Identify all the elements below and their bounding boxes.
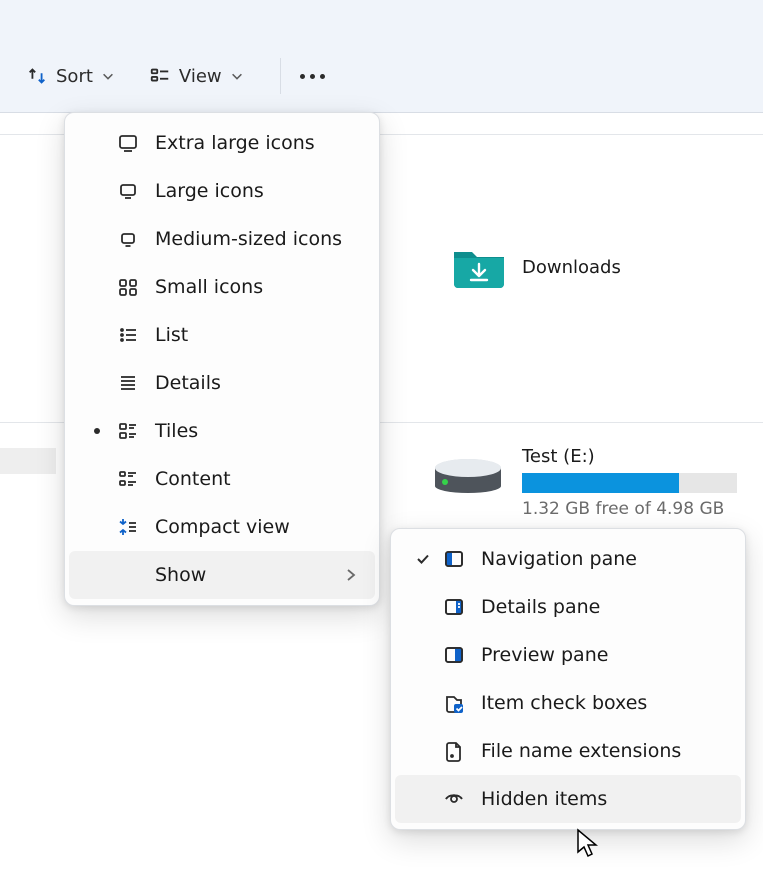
- list-icon: [111, 324, 145, 346]
- drive-free-text: 1.32 GB free of 4.98 GB: [522, 499, 752, 519]
- menu-item-label: Preview pane: [481, 644, 727, 666]
- menu-item-label: Show: [155, 564, 341, 586]
- toolbar-separator: [280, 58, 281, 94]
- menu-item-label: Tiles: [155, 420, 361, 442]
- menu-item-details-pane[interactable]: Details pane: [391, 583, 745, 631]
- view-label: View: [179, 66, 222, 87]
- mouse-cursor-icon: [576, 828, 598, 858]
- menu-item-item-check-boxes[interactable]: Item check boxes: [391, 679, 745, 727]
- preview-pane-icon: [437, 644, 471, 666]
- view-icon: [149, 65, 171, 87]
- drive-label: Test (E:): [522, 446, 752, 467]
- folder-item-downloads[interactable]: Downloads: [452, 246, 621, 288]
- menu-item-large-icons[interactable]: Large icons: [65, 167, 379, 215]
- menu-item-label: Details pane: [481, 596, 727, 618]
- hidden-items-icon: [437, 788, 471, 810]
- menu-item-label: Large icons: [155, 180, 361, 202]
- hard-drive-icon: [432, 456, 504, 494]
- small-icons-icon: [111, 276, 145, 298]
- menu-item-label: Hidden items: [481, 788, 727, 810]
- details-pane-icon: [437, 596, 471, 618]
- menu-item-label: List: [155, 324, 361, 346]
- menu-item-small-icons[interactable]: Small icons: [65, 263, 379, 311]
- menu-item-medium-icons[interactable]: Medium-sized icons: [65, 215, 379, 263]
- menu-item-label: File name extensions: [481, 740, 727, 762]
- toolbar: Sort View: [16, 50, 333, 102]
- menu-item-preview-pane[interactable]: Preview pane: [391, 631, 745, 679]
- menu-item-label: Extra large icons: [155, 132, 361, 154]
- menu-item-show[interactable]: Show: [69, 551, 375, 599]
- drive-item-test[interactable]: Test (E:) 1.32 GB free of 4.98 GB: [432, 446, 752, 519]
- large-icons-icon: [111, 180, 145, 202]
- menu-item-label: Content: [155, 468, 361, 490]
- menu-item-file-name-extensions[interactable]: File name extensions: [391, 727, 745, 775]
- downloads-folder-icon: [452, 246, 506, 288]
- row-fragment: [0, 448, 56, 474]
- sort-label: Sort: [56, 66, 93, 87]
- menu-item-label: Details: [155, 372, 361, 394]
- extra-large-icons-icon: [111, 132, 145, 154]
- menu-item-label: Compact view: [155, 516, 361, 538]
- drive-info: Test (E:) 1.32 GB free of 4.98 GB: [522, 446, 752, 519]
- compact-view-icon: [111, 516, 145, 538]
- file-extensions-icon: [437, 740, 471, 762]
- menu-item-details[interactable]: Details: [65, 359, 379, 407]
- content-icon: [111, 468, 145, 490]
- menu-item-label: Item check boxes: [481, 692, 727, 714]
- medium-icons-icon: [111, 228, 145, 250]
- menu-item-hidden-items[interactable]: Hidden items: [395, 775, 741, 823]
- menu-item-compact-view[interactable]: Compact view: [65, 503, 379, 551]
- folder-label: Downloads: [522, 257, 621, 278]
- menu-item-tiles[interactable]: Tiles: [65, 407, 379, 455]
- checked-indicator: [83, 428, 111, 434]
- menu-item-label: Medium-sized icons: [155, 228, 361, 250]
- menu-item-list[interactable]: List: [65, 311, 379, 359]
- menu-item-label: Navigation pane: [481, 548, 727, 570]
- view-button[interactable]: View: [139, 59, 254, 93]
- details-icon: [111, 372, 145, 394]
- navigation-pane-icon: [437, 548, 471, 570]
- checkmark-icon: [409, 551, 437, 567]
- chevron-down-icon: [101, 69, 115, 83]
- drive-usage-fill: [522, 473, 679, 493]
- chevron-down-icon: [230, 69, 244, 83]
- sort-icon: [26, 65, 48, 87]
- menu-item-content[interactable]: Content: [65, 455, 379, 503]
- view-context-menu: Extra large icons Large icons Medium-siz…: [64, 112, 380, 606]
- more-options-button[interactable]: [293, 58, 333, 94]
- show-submenu: Navigation pane Details pane Preview pan…: [390, 528, 746, 830]
- menu-item-extra-large-icons[interactable]: Extra large icons: [65, 119, 379, 167]
- sort-button[interactable]: Sort: [16, 59, 125, 93]
- ribbon-area: Sort View: [0, 0, 763, 113]
- chevron-right-icon: [341, 568, 361, 582]
- tiles-icon: [111, 420, 145, 442]
- drive-usage-bar: [522, 473, 737, 493]
- item-check-boxes-icon: [437, 692, 471, 714]
- menu-item-navigation-pane[interactable]: Navigation pane: [391, 535, 745, 583]
- menu-item-label: Small icons: [155, 276, 361, 298]
